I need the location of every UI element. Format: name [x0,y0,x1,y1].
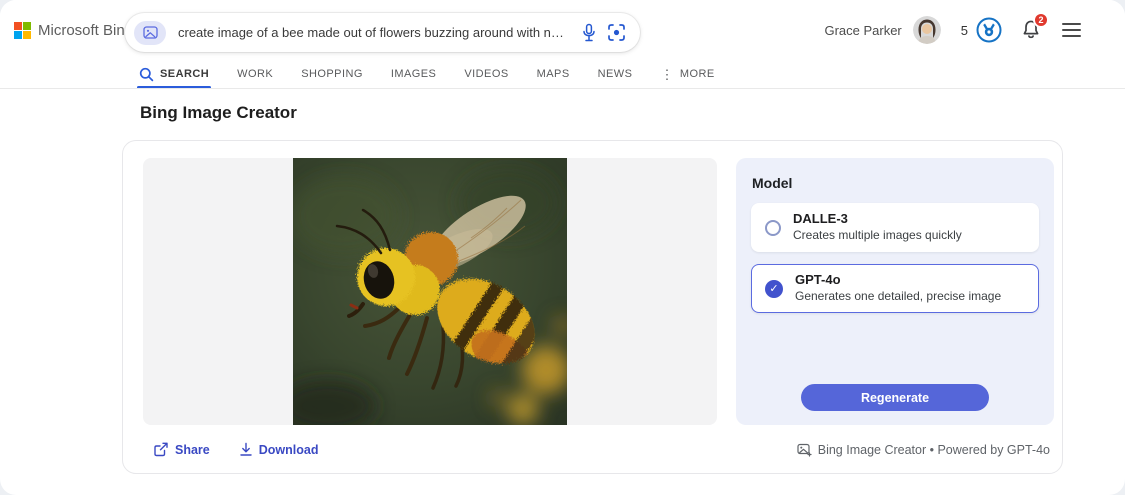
model-option-gpt4o[interactable]: ✓ GPT-4o Generates one detailed, precise… [751,264,1039,313]
tab-work[interactable]: WORK [237,60,273,88]
option-description: Generates one detailed, precise image [795,289,1001,305]
microsoft-logo-icon [14,22,31,39]
share-icon [153,442,169,457]
powered-by-credit: Bing Image Creator • Powered by GPT-4o [797,443,1050,457]
hamburger-menu-icon[interactable] [1062,23,1081,37]
tab-label: MAPS [537,68,570,80]
share-button[interactable]: Share [153,442,210,457]
bee-of-flowers-image [293,158,567,425]
rewards-medal-icon[interactable] [976,17,1002,43]
tab-label: VIDEOS [464,68,508,80]
search-bar[interactable] [125,13,640,52]
option-description: Creates multiple images quickly [793,228,962,244]
tab-images[interactable]: IMAGES [391,60,437,88]
tab-maps[interactable]: MAPS [537,60,570,88]
user-avatar[interactable] [913,16,941,44]
search-input[interactable] [176,24,571,41]
tab-videos[interactable]: VIDEOS [464,60,508,88]
tab-label: SEARCH [160,68,209,80]
image-preview-strip [143,158,717,425]
tab-label: MORE [680,68,715,80]
regenerate-button[interactable]: Regenerate [801,384,989,411]
tab-label: IMAGES [391,68,437,80]
page-title: Bing Image Creator [140,103,297,123]
image-creator-icon [797,443,812,457]
bing-brand[interactable]: Microsoft Bing [14,0,133,60]
bing-image-creator-page: Microsoft Bing [0,0,1125,495]
download-button[interactable]: Download [239,442,319,457]
tab-news[interactable]: NEWS [598,60,633,88]
radio-selected-icon[interactable]: ✓ [765,280,783,298]
tab-label: SHOPPING [301,68,363,80]
option-name: DALLE-3 [793,211,962,227]
tab-label: NEWS [598,68,633,80]
search-icon [139,67,154,82]
model-panel: Model DALLE-3 Creates multiple images qu… [736,158,1054,425]
microphone-icon[interactable] [581,23,597,43]
credit-text: Bing Image Creator • Powered by GPT-4o [818,443,1050,457]
image-result-card: Model DALLE-3 Creates multiple images qu… [122,140,1063,474]
option-text: DALLE-3 Creates multiple images quickly [793,211,962,244]
image-icon [143,26,158,39]
tab-shopping[interactable]: SHOPPING [301,60,363,88]
brand-name: Microsoft Bing [38,22,133,39]
header-divider [0,88,1125,89]
option-name: GPT-4o [795,272,1001,288]
notifications-button[interactable]: 2 [1021,19,1041,41]
tab-more[interactable]: ⋮ MORE [660,60,714,88]
download-label: Download [259,443,319,457]
rewards-points: 5 [961,23,968,38]
radio-unselected-icon[interactable] [765,220,781,236]
notification-badge: 2 [1033,12,1049,28]
image-actions: Share Download [153,442,318,457]
user-name: Grace Parker [824,23,901,38]
model-option-dalle3[interactable]: DALLE-3 Creates multiple images quickly [751,203,1039,252]
tab-search[interactable]: SEARCH [139,60,209,88]
tab-label: WORK [237,68,273,80]
top-header: Microsoft Bing [0,0,1125,60]
vertical-ellipsis-icon: ⋮ [660,68,673,81]
image-prompt-chip[interactable] [134,21,166,45]
model-panel-title: Model [752,175,1039,191]
visual-search-icon[interactable] [607,23,626,42]
user-area: Grace Parker 5 [824,0,1081,60]
option-text: GPT-4o Generates one detailed, precise i… [795,272,1001,305]
download-icon [239,442,253,457]
generated-image[interactable] [293,158,567,425]
nav-tabs: SEARCH WORK SHOPPING IMAGES VIDEOS MAPS … [139,60,715,88]
share-label: Share [175,443,210,457]
